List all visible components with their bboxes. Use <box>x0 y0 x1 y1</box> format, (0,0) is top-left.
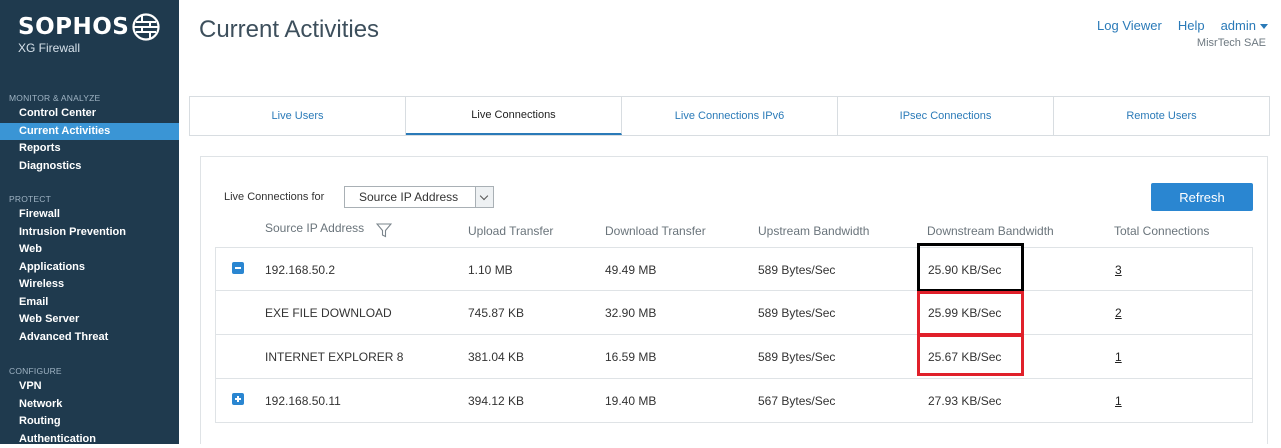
cell-source: 192.168.50.2 <box>265 248 335 292</box>
column-header-source-ip[interactable]: Source IP Address <box>265 221 364 235</box>
nav-section-protect: PROTECT Firewall Intrusion Prevention We… <box>0 192 179 346</box>
sidebar-item-reports[interactable]: Reports <box>0 140 179 158</box>
top-links: Log Viewer Help admin <box>1097 18 1268 33</box>
cell-download: 49.49 MB <box>605 248 656 292</box>
cell-download: 16.59 MB <box>605 335 656 379</box>
user-menu[interactable]: admin <box>1221 18 1268 33</box>
company-name: MisrTech SAE <box>1197 37 1266 49</box>
cell-source: EXE FILE DOWNLOAD <box>265 291 392 335</box>
nav-section-configure: CONFIGURE VPN Network Routing Authentica… <box>0 364 179 448</box>
cell-downstream: 27.93 KB/Sec <box>928 379 1001 423</box>
collapse-icon[interactable] <box>232 262 244 274</box>
nav-heading: CONFIGURE <box>0 364 179 378</box>
cell-upstream: 589 Bytes/Sec <box>758 335 835 379</box>
column-header-upload-transfer[interactable]: Upload Transfer <box>468 224 553 238</box>
cell-downstream: 25.99 KB/Sec <box>928 291 1001 335</box>
help-link[interactable]: Help <box>1178 18 1205 33</box>
tab-bar: Live Users Live Connections Live Connect… <box>189 96 1270 136</box>
sidebar-item-diagnostics[interactable]: Diagnostics <box>0 158 179 176</box>
sidebar-item-routing[interactable]: Routing <box>0 413 179 431</box>
column-header-downstream-bandwidth[interactable]: Downstream Bandwidth <box>927 224 1054 238</box>
cell-upstream: 567 Bytes/Sec <box>758 379 835 423</box>
filter-select[interactable]: Source IP Address <box>344 186 494 208</box>
tab-live-connections[interactable]: Live Connections <box>406 97 622 135</box>
nav-heading: MONITOR & ANALYZE <box>0 91 179 105</box>
sidebar-item-control-center[interactable]: Control Center <box>0 105 179 123</box>
column-header-upstream-bandwidth[interactable]: Upstream Bandwidth <box>758 224 869 238</box>
cell-upload: 381.04 KB <box>468 335 524 379</box>
sidebar-item-email[interactable]: Email <box>0 294 179 312</box>
cell-upload: 394.12 KB <box>468 379 524 423</box>
sidebar-item-firewall[interactable]: Firewall <box>0 206 179 224</box>
sidebar-item-current-activities[interactable]: Current Activities <box>0 123 179 141</box>
sidebar-item-web[interactable]: Web <box>0 241 179 259</box>
cell-total-connections-link[interactable]: 3 <box>1115 248 1122 292</box>
user-name: admin <box>1221 18 1256 33</box>
table-row: 192.168.50.2 1.10 MB 49.49 MB 589 Bytes/… <box>215 247 1253 291</box>
chevron-down-icon[interactable] <box>475 187 493 207</box>
sidebar-item-applications[interactable]: Applications <box>0 259 179 277</box>
column-header-download-transfer[interactable]: Download Transfer <box>605 224 706 238</box>
product-name: XG Firewall <box>18 41 129 55</box>
sidebar-item-network[interactable]: Network <box>0 396 179 414</box>
sidebar-item-intrusion-prevention[interactable]: Intrusion Prevention <box>0 224 179 242</box>
sidebar-item-web-server[interactable]: Web Server <box>0 311 179 329</box>
sidebar-item-wireless[interactable]: Wireless <box>0 276 179 294</box>
cell-download: 32.90 MB <box>605 291 656 335</box>
cell-downstream: 25.67 KB/Sec <box>928 335 1001 379</box>
cell-source: INTERNET EXPLORER 8 <box>265 335 403 379</box>
cell-upstream: 589 Bytes/Sec <box>758 291 835 335</box>
cell-total-connections-link[interactable]: 1 <box>1115 379 1122 423</box>
filter-icon[interactable] <box>376 223 392 238</box>
tab-live-connections-ipv6[interactable]: Live Connections IPv6 <box>622 97 838 135</box>
tab-ipsec-connections[interactable]: IPsec Connections <box>838 97 1054 135</box>
filter-select-value: Source IP Address <box>359 190 458 204</box>
refresh-button[interactable]: Refresh <box>1151 183 1253 211</box>
sidebar: SOPHOS XG Firewall MONITOR & ANALYZE Con… <box>0 0 179 444</box>
tab-remote-users[interactable]: Remote Users <box>1054 97 1269 135</box>
nav-heading: PROTECT <box>0 192 179 206</box>
filter-label: Live Connections for <box>224 191 324 203</box>
cell-upload: 1.10 MB <box>468 248 513 292</box>
nav-section-monitor: MONITOR & ANALYZE Control Center Current… <box>0 91 179 175</box>
table-row: INTERNET EXPLORER 8 381.04 KB 16.59 MB 5… <box>215 335 1253 379</box>
cell-downstream: 25.90 KB/Sec <box>928 248 1001 292</box>
cell-total-connections-link[interactable]: 2 <box>1115 291 1122 335</box>
sidebar-item-vpn[interactable]: VPN <box>0 378 179 396</box>
sidebar-item-authentication[interactable]: Authentication <box>0 431 179 448</box>
tab-live-users[interactable]: Live Users <box>190 97 406 135</box>
cell-download: 19.40 MB <box>605 379 656 423</box>
cell-upload: 745.87 KB <box>468 291 524 335</box>
brand-name: SOPHOS <box>18 14 129 40</box>
sophos-logo[interactable]: SOPHOS XG Firewall <box>18 14 129 55</box>
expand-icon[interactable] <box>232 393 244 405</box>
cell-upstream: 589 Bytes/Sec <box>758 248 835 292</box>
table-row: EXE FILE DOWNLOAD 745.87 KB 32.90 MB 589… <box>215 291 1253 335</box>
table-row: 192.168.50.11 394.12 KB 19.40 MB 567 Byt… <box>215 379 1253 423</box>
page-title: Current Activities <box>199 16 379 44</box>
sophos-shield-icon <box>131 12 161 42</box>
chevron-down-icon <box>1260 24 1268 29</box>
cell-source: 192.168.50.11 <box>265 379 341 423</box>
log-viewer-link[interactable]: Log Viewer <box>1097 18 1162 33</box>
sidebar-item-advanced-threat[interactable]: Advanced Threat <box>0 329 179 347</box>
cell-total-connections-link[interactable]: 1 <box>1115 335 1122 379</box>
column-header-total-connections[interactable]: Total Connections <box>1114 224 1209 238</box>
